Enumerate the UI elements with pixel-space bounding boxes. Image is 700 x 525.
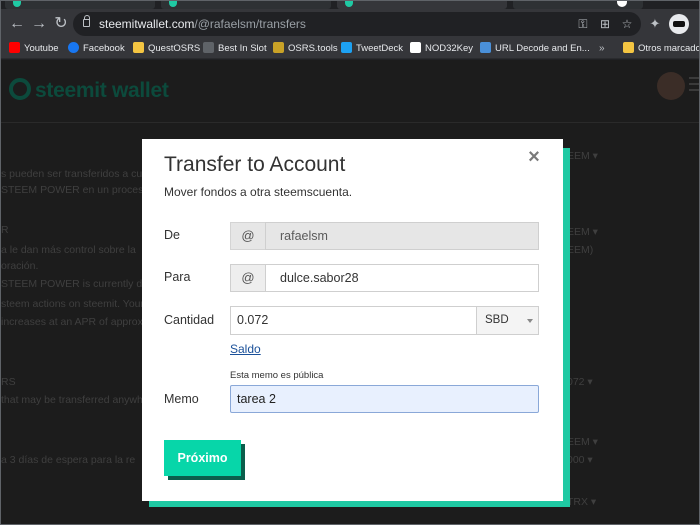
bg-balance-dropdown: 000 ▾ — [567, 454, 593, 466]
facebook-icon — [68, 42, 79, 53]
bookmark-url-decode[interactable]: URL Decode and En... — [480, 41, 590, 57]
logo-text: steemit wallet — [35, 79, 169, 102]
back-icon[interactable]: ← — [7, 14, 27, 34]
bookmark-label: Youtube — [24, 43, 59, 54]
folder-icon — [133, 42, 144, 53]
url-decode-icon — [480, 42, 491, 53]
reload-icon[interactable]: ↻ — [51, 14, 71, 34]
key-icon[interactable]: ⚿ — [575, 16, 591, 32]
from-account-field: rafaelsm — [265, 222, 539, 250]
amount-label: Cantidad — [164, 313, 215, 327]
lock-icon[interactable] — [83, 15, 90, 27]
osrs-icon — [273, 42, 284, 53]
modal-title: Transfer to Account — [164, 153, 346, 176]
url-host: steemitwallet.com — [99, 17, 195, 31]
folder-icon — [623, 42, 634, 53]
bookmark-youtube[interactable]: Youtube — [9, 41, 59, 57]
hamburger-menu-icon[interactable] — [689, 77, 699, 91]
amount-input[interactable]: 0.072 — [230, 306, 477, 335]
bg-balance-dropdown: EEM ▾ — [567, 436, 598, 448]
youtube-icon — [9, 42, 20, 53]
tab-3-active[interactable] — [337, 1, 507, 9]
memo-label: Memo — [164, 392, 199, 406]
bg-text-line: RS — [1, 376, 16, 388]
bookmark-otros-marcadores[interactable]: Otros marcadores — [623, 41, 700, 57]
tweetdeck-icon — [341, 42, 352, 53]
tab-1[interactable] — [5, 1, 155, 9]
tab-favicon — [345, 1, 353, 7]
tab-favicon — [169, 1, 177, 7]
bookmark-label: OSRS.tools — [288, 43, 338, 54]
bookmark-tweetdeck[interactable]: TweetDeck — [341, 41, 403, 57]
to-account-input[interactable]: dulce.sabor28 — [265, 264, 539, 292]
bg-text-line: increases at an APR of approx — [1, 316, 143, 328]
address-bar[interactable]: steemitwallet.com/@rafaelsm/transfers ⚿ … — [73, 12, 641, 36]
page-icon — [203, 42, 214, 53]
user-avatar[interactable] — [657, 72, 685, 100]
chevron-down-icon — [527, 319, 533, 323]
bookmark-nod32key[interactable]: NOD32Key — [410, 41, 473, 57]
tab-4[interactable] — [513, 1, 643, 9]
bg-text-line: STEEM POWER is currently de — [1, 278, 149, 290]
bg-text-line: a le dan más control sobre la — [1, 244, 136, 256]
at-sign-addon: @ — [230, 264, 266, 292]
from-label: De — [164, 228, 180, 242]
transfer-modal: × Transfer to Account Mover fondos a otr… — [142, 139, 563, 501]
profile-avatar-icon[interactable] — [669, 14, 689, 34]
bg-text-line: s pueden ser transferidos a cual — [1, 168, 151, 180]
at-sign-addon: @ — [230, 222, 266, 250]
tab-close-icon[interactable] — [617, 1, 627, 7]
nod32-icon — [410, 42, 421, 53]
bookmark-label: URL Decode and En... — [495, 43, 590, 54]
modal-subtitle: Mover fondos a otra steemscuenta. — [164, 185, 353, 199]
bookmark-facebook[interactable]: Facebook — [68, 41, 125, 57]
steemit-logo-icon — [9, 78, 31, 100]
bg-text-line: that may be transferred anywhe — [1, 394, 149, 406]
bookmark-osrs-tools[interactable]: OSRS.tools — [273, 41, 338, 57]
bookmark-label: Otros marcadores — [638, 43, 700, 54]
bg-balance-dropdown: EEM ▾ — [567, 150, 598, 162]
forward-icon[interactable]: → — [29, 14, 49, 34]
tab-2[interactable] — [161, 1, 331, 9]
bookmark-label: NOD32Key — [425, 43, 474, 54]
star-icon[interactable]: ☆ — [619, 16, 635, 32]
bookmark-label: Best In Slot — [218, 43, 267, 54]
currency-value: SBD — [485, 314, 509, 326]
bg-balance-dropdown: EEM ▾ — [567, 226, 598, 238]
bookmark-questosrs[interactable]: QuestOSRS — [133, 41, 200, 57]
bg-balance-dropdown: 072 ▾ — [567, 376, 593, 388]
translate-icon[interactable]: ⊞ — [597, 16, 613, 32]
url-path: /@rafaelsm/transfers — [194, 17, 306, 31]
bg-text-line: steem actions on steemit. Your — [1, 298, 144, 310]
steemit-wallet-logo[interactable]: steemit wallet — [9, 78, 169, 103]
bg-text-line: a 3 días de espera para la re — [1, 454, 136, 466]
memo-public-hint: Esta memo es pública — [230, 370, 324, 381]
bookmark-label: QuestOSRS — [148, 43, 201, 54]
bookmark-best-in-slot[interactable]: Best In Slot — [203, 41, 267, 57]
browser-toolbar: ← → ↻ steemitwallet.com/@rafaelsm/transf… — [1, 9, 699, 39]
bookmarks-overflow-icon[interactable]: » — [599, 41, 605, 57]
bg-balance-text: EEM) — [567, 244, 594, 256]
bookmark-label: TweetDeck — [356, 43, 403, 54]
bg-balance-dropdown: TRX ▾ — [567, 496, 597, 508]
bookmark-label: Facebook — [83, 43, 125, 54]
tab-strip — [1, 1, 699, 9]
bg-text-line: oración. — [1, 260, 39, 272]
balance-link[interactable]: Saldo — [230, 342, 261, 356]
extensions-icon[interactable]: ✦ — [645, 14, 665, 34]
browser-window: ← → ↻ steemitwallet.com/@rafaelsm/transf… — [0, 0, 700, 525]
next-button[interactable]: Próximo — [164, 440, 241, 476]
divider — [1, 122, 699, 123]
close-icon[interactable]: × — [524, 147, 544, 167]
currency-select[interactable]: SBD — [476, 306, 539, 335]
bookmarks-bar: Youtube Facebook QuestOSRS Best In Slot … — [1, 39, 700, 59]
url-text: steemitwallet.com/@rafaelsm/transfers — [99, 16, 306, 32]
tab-favicon — [13, 1, 21, 7]
bg-text-line: STEEM POWER en un proceso — [1, 184, 150, 196]
memo-input[interactable]: tarea 2 — [230, 385, 539, 413]
bg-text-line: R — [1, 224, 9, 236]
to-label: Para — [164, 270, 191, 284]
